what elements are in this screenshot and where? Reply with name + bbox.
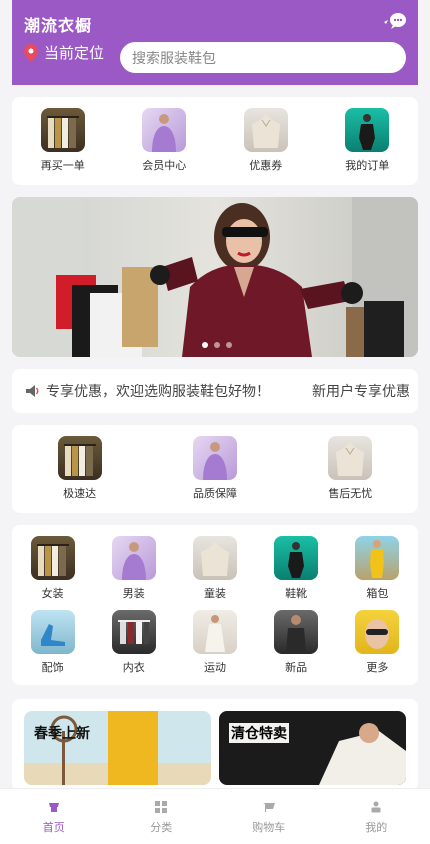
tab-profile[interactable]: 我的	[323, 789, 430, 844]
banner-dot-active[interactable]	[202, 342, 208, 348]
category-label: 男装	[122, 587, 145, 600]
category-more[interactable]: 更多	[347, 610, 407, 684]
tab-label: 购物车	[252, 821, 286, 834]
category-underwear[interactable]: 内衣	[104, 610, 164, 684]
service-label: 极速达	[63, 487, 97, 500]
category-men[interactable]: 男装	[104, 536, 164, 610]
light-dress-thumb	[192, 610, 237, 654]
promo-spring-new[interactable]: 春季上新	[24, 711, 211, 785]
location-selector[interactable]: 当前定位	[24, 42, 104, 63]
quick-item-label: 优惠券	[249, 159, 283, 172]
category-grid: 女装 男装 童装 鞋靴 箱包 配饰 内衣 运动 新品 更多	[12, 525, 418, 685]
yellow-outfit-thumb	[355, 536, 400, 580]
purple-dress-thumb	[111, 536, 156, 580]
purple-dress-thumb	[192, 436, 237, 480]
banner-dot[interactable]	[214, 342, 220, 348]
quick-menu: 再买一单 会员中心 优惠券 我的订单	[12, 97, 418, 185]
home-icon	[48, 803, 59, 812]
category-label: 鞋靴	[285, 587, 308, 600]
promo-section: 春季上新 清仓特卖	[12, 699, 418, 791]
banner-pagination	[202, 342, 232, 348]
category-shoes[interactable]: 鞋靴	[266, 536, 326, 610]
banner-image	[12, 197, 418, 357]
category-label: 更多	[366, 661, 389, 674]
category-label: 新品	[285, 661, 308, 674]
service-item-quality[interactable]: 品质保障	[167, 436, 263, 513]
dark-fashion-thumb	[274, 610, 319, 654]
location-pin-icon	[24, 43, 38, 62]
clothes-rack-thumb	[57, 436, 102, 480]
notice-text: 专享优惠，欢迎选购服装鞋包好物！	[46, 384, 270, 400]
service-label: 品质保障	[192, 487, 237, 500]
speaker-icon	[26, 385, 39, 397]
tab-label: 分类	[150, 821, 173, 834]
beige-sweater-thumb	[192, 536, 237, 580]
tab-home[interactable]: 首页	[0, 789, 108, 844]
app-header: 潮流衣橱 当前定位 搜索服装鞋包	[12, 0, 418, 85]
message-icon[interactable]	[384, 12, 406, 30]
service-label: 售后无忧	[328, 487, 373, 500]
search-placeholder: 搜索服装鞋包	[132, 50, 216, 67]
category-kids[interactable]: 童装	[185, 536, 245, 610]
tab-label: 首页	[42, 821, 65, 834]
teal-fashion-thumb	[274, 536, 319, 580]
bottom-tab-bar: 首页 分类 购物车 我的	[0, 788, 430, 844]
service-item-fast[interactable]: 极速达	[32, 436, 128, 513]
beige-sweater-thumb	[328, 436, 373, 480]
category-label: 运动	[203, 661, 226, 674]
quick-item-rebuy[interactable]: 再买一单	[31, 108, 95, 173]
cart-icon	[262, 803, 275, 812]
sunglasses-thumb	[355, 610, 400, 654]
category-label: 女装	[41, 587, 64, 600]
quick-item-member[interactable]: 会员中心	[132, 108, 196, 173]
category-bags[interactable]: 箱包	[347, 536, 407, 610]
quick-item-label: 会员中心	[142, 159, 187, 172]
service-guarantees: 极速达 品质保障 售后无忧	[12, 425, 418, 513]
clothes-rack-thumb	[30, 536, 75, 580]
banner-dot[interactable]	[226, 342, 232, 348]
grid-icon	[155, 801, 168, 813]
quick-item-label: 再买一单	[40, 159, 85, 172]
clothes-rack-thumb	[40, 108, 85, 152]
notice-bar[interactable]: 专享优惠，欢迎选购服装鞋包好物！ 新用户专享优惠	[12, 369, 418, 413]
tab-category[interactable]: 分类	[108, 789, 216, 844]
location-label: 当前定位	[44, 44, 105, 62]
category-new[interactable]: 新品	[266, 610, 326, 684]
service-item-aftersale[interactable]: 售后无忧	[302, 436, 398, 513]
search-input[interactable]: 搜索服装鞋包	[120, 42, 406, 73]
promo-title: 春季上新	[34, 726, 90, 742]
category-label: 配饰	[41, 661, 64, 674]
category-women[interactable]: 女装	[23, 536, 83, 610]
category-sports[interactable]: 运动	[185, 610, 245, 684]
promo-clearance[interactable]: 清仓特卖	[219, 711, 406, 785]
promo-banner[interactable]	[12, 197, 418, 357]
app-title: 潮流衣橱	[24, 16, 93, 35]
category-label: 童装	[203, 587, 226, 600]
dark-rack-thumb	[111, 610, 156, 654]
purple-dress-thumb	[142, 108, 187, 152]
tab-cart[interactable]: 购物车	[215, 789, 323, 844]
category-accessories[interactable]: 配饰	[23, 610, 83, 684]
teal-fashion-thumb	[345, 108, 390, 152]
promo-title: 清仓特卖	[229, 723, 289, 743]
quick-item-coupon[interactable]: 优惠券	[234, 108, 298, 173]
tab-label: 我的	[365, 821, 388, 834]
quick-item-label: 我的订单	[345, 159, 390, 172]
beige-sweater-thumb	[243, 108, 288, 152]
category-label: 内衣	[122, 661, 145, 674]
quick-item-orders[interactable]: 我的订单	[335, 108, 399, 173]
user-icon	[371, 801, 381, 813]
category-label: 箱包	[366, 587, 389, 600]
notice-text-next: 新用户专享优惠	[312, 384, 410, 400]
shoe-thumb	[30, 610, 75, 654]
